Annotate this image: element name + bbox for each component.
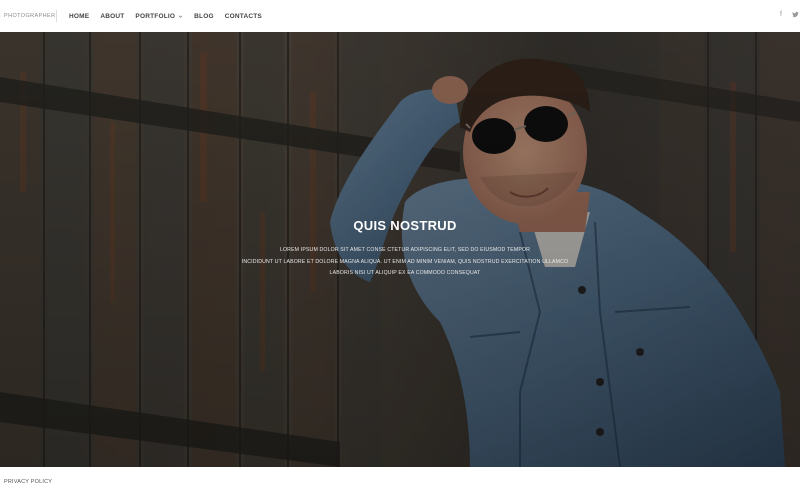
hero-content: QUIS NOSTRUD LOREM IPSUM DOLOR SIT AMET … <box>200 218 610 280</box>
privacy-policy-link[interactable]: PRIVACY POLICY <box>4 479 52 485</box>
nav-home[interactable]: HOME <box>69 13 89 20</box>
site-header: PHOTOGRAPHER HOME ABOUT PORTFOLIO BLOG C… <box>0 0 800 32</box>
site-footer: PRIVACY POLICY <box>0 467 800 500</box>
hero-text-line: LABORIS NISI UT ALIQUIP EX EA COMMODO CO… <box>329 270 481 276</box>
site-logo[interactable]: PHOTOGRAPHER <box>4 13 55 19</box>
nav-portfolio[interactable]: PORTFOLIO <box>135 13 183 20</box>
main-nav: HOME ABOUT PORTFOLIO BLOG CONTACTS <box>69 13 273 20</box>
hero-title: QUIS NOSTRUD <box>353 218 457 233</box>
hero-section: QUIS NOSTRUD LOREM IPSUM DOLOR SIT AMET … <box>0 32 800 467</box>
hero-text-line: LOREM IPSUM DOLOR SIT AMET CONSE CTETUR … <box>279 247 531 253</box>
hero-text: LOREM IPSUM DOLOR SIT AMET CONSE CTETUR … <box>200 245 610 280</box>
nav-blog[interactable]: BLOG <box>194 13 214 20</box>
nav-contacts[interactable]: CONTACTS <box>225 13 262 20</box>
hero-text-line: INCIDIDUNT UT LABORE ET DOLORE MAGNA ALI… <box>241 258 569 265</box>
social-links: f <box>778 11 799 20</box>
chevron-down-icon <box>178 15 183 18</box>
facebook-icon[interactable]: f <box>778 11 784 20</box>
nav-about[interactable]: ABOUT <box>100 13 124 20</box>
twitter-icon[interactable] <box>792 11 799 20</box>
logo-divider <box>56 10 57 22</box>
